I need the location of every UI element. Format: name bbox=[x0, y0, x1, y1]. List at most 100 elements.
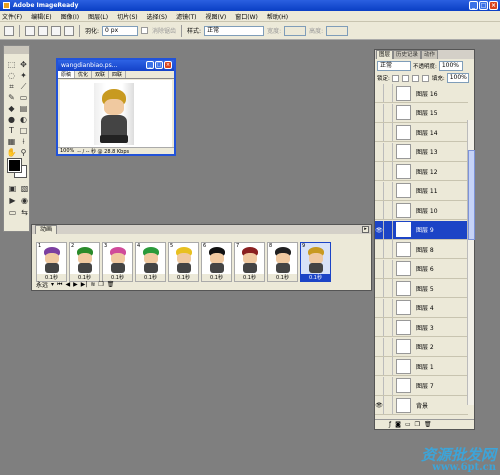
move-tool-icon[interactable]: ✥ bbox=[18, 60, 29, 70]
eraser-tool-icon[interactable]: ▭ bbox=[18, 93, 29, 103]
layer-link-cell[interactable] bbox=[384, 279, 393, 297]
paint-bucket-icon[interactable]: ◆ bbox=[6, 104, 17, 114]
layer-visibility-eye-icon[interactable] bbox=[375, 142, 384, 161]
tab-original[interactable]: 原稿 bbox=[58, 71, 76, 78]
prev-frame-icon[interactable]: ◀ bbox=[65, 281, 70, 288]
width-input[interactable] bbox=[284, 25, 307, 36]
animation-frame[interactable]: 7 0.1秒 bbox=[234, 242, 265, 282]
layer-visibility-eye-icon[interactable] bbox=[375, 84, 384, 102]
new-selection-icon[interactable] bbox=[25, 25, 35, 36]
layer-link-cell[interactable] bbox=[384, 376, 393, 395]
layer-visibility-eye-icon[interactable] bbox=[375, 279, 384, 297]
intersect-selection-icon[interactable] bbox=[64, 25, 74, 36]
zoom-tool-icon[interactable]: ⚲ bbox=[18, 148, 29, 158]
blur-tool-icon[interactable]: ● bbox=[6, 115, 17, 125]
animation-frame[interactable]: 9 0.1秒 bbox=[300, 242, 331, 282]
layer-link-cell[interactable] bbox=[384, 123, 393, 141]
layer-link-cell[interactable] bbox=[384, 240, 393, 258]
layer-link-cell[interactable] bbox=[384, 162, 393, 180]
tab-optimized[interactable]: 优化 bbox=[75, 71, 93, 78]
layer-visibility-eye-icon[interactable] bbox=[375, 103, 384, 122]
layer-row[interactable]: 图层 11 bbox=[375, 181, 468, 201]
preview-icon[interactable]: ▶ bbox=[7, 196, 18, 206]
layer-row[interactable]: 图层 6 bbox=[375, 259, 468, 279]
layer-row[interactable]: 图层 7 bbox=[375, 376, 468, 396]
frame-delay[interactable]: 0.1秒 bbox=[202, 274, 231, 281]
doc-minimize-button[interactable]: _ bbox=[146, 61, 154, 69]
layer-visibility-eye-icon[interactable] bbox=[375, 357, 384, 375]
menu-file[interactable]: 文件(F) bbox=[2, 12, 22, 21]
hand-tool-icon[interactable]: ✋ bbox=[6, 148, 17, 158]
layer-mask-icon[interactable]: ◙ bbox=[395, 421, 401, 428]
layer-row[interactable]: 图层 5 bbox=[375, 279, 468, 298]
loop-dropdown-icon[interactable]: ▾ bbox=[51, 281, 54, 288]
layer-row[interactable]: 图层 13 bbox=[375, 142, 468, 162]
menu-help[interactable]: 帮助(H) bbox=[267, 12, 288, 21]
new-layer-icon[interactable]: ❐ bbox=[415, 421, 420, 428]
feather-input[interactable]: 0 px bbox=[102, 25, 139, 36]
layer-row[interactable]: 图层 14 bbox=[375, 123, 468, 142]
menu-edit[interactable]: 编辑(E) bbox=[31, 12, 51, 21]
tab-layers[interactable]: 图层 bbox=[376, 50, 394, 59]
layer-link-cell[interactable] bbox=[384, 318, 393, 336]
gradient-tool-icon[interactable]: ▤ bbox=[18, 104, 29, 114]
first-frame-icon[interactable]: ⏮ bbox=[57, 281, 62, 289]
layer-link-cell[interactable] bbox=[384, 201, 393, 219]
marquee-tool-icon[interactable]: ⬚ bbox=[6, 60, 17, 70]
crop-tool-icon[interactable]: ⌗ bbox=[6, 82, 17, 92]
layer-visibility-eye-icon[interactable]: 👁 bbox=[375, 396, 384, 414]
lock-transparency-checkbox[interactable] bbox=[391, 74, 399, 82]
marquee-tool-icon[interactable] bbox=[4, 25, 14, 36]
layer-link-cell[interactable] bbox=[384, 181, 393, 200]
layer-visibility-eye-icon[interactable] bbox=[375, 162, 384, 180]
play-icon[interactable]: ▶ bbox=[73, 281, 78, 288]
antialias-checkbox[interactable] bbox=[141, 27, 149, 34]
frame-delay[interactable]: 0.1秒 bbox=[268, 274, 297, 281]
maximize-button[interactable]: □ bbox=[479, 1, 488, 10]
layer-visibility-eye-icon[interactable] bbox=[375, 123, 384, 141]
menu-select[interactable]: 选择(S) bbox=[147, 12, 168, 21]
layer-link-cell[interactable] bbox=[384, 142, 393, 161]
layer-visibility-eye-icon[interactable] bbox=[375, 201, 384, 219]
layer-row[interactable]: 图层 2 bbox=[375, 337, 468, 357]
frame-delay[interactable]: 0.1秒 bbox=[301, 274, 330, 281]
minimize-button[interactable]: _ bbox=[469, 1, 478, 10]
type-tool-icon[interactable]: T bbox=[6, 126, 17, 136]
menu-window[interactable]: 窗口(W) bbox=[235, 12, 258, 21]
foreground-color-swatch[interactable] bbox=[7, 158, 22, 173]
layer-link-cell[interactable] bbox=[384, 84, 393, 102]
tab-4up[interactable]: 四联 bbox=[109, 71, 127, 78]
layer-link-cell[interactable] bbox=[384, 337, 393, 356]
close-button[interactable]: × bbox=[489, 1, 498, 10]
tab-actions[interactable]: 动作 bbox=[421, 50, 439, 59]
layer-link-cell[interactable] bbox=[384, 298, 393, 317]
lock-position-checkbox[interactable] bbox=[411, 74, 419, 82]
new-frame-icon[interactable]: ❐ bbox=[98, 281, 103, 288]
blend-mode-select[interactable]: 正常 bbox=[377, 61, 411, 71]
magic-wand-icon[interactable]: ✦ bbox=[18, 71, 29, 81]
layer-visibility-eye-icon[interactable] bbox=[375, 318, 384, 336]
menu-image[interactable]: 图像(I) bbox=[61, 12, 79, 21]
layer-link-cell[interactable] bbox=[384, 220, 393, 239]
fill-input[interactable]: 100% bbox=[446, 73, 469, 83]
menu-slice[interactable]: 切片(S) bbox=[117, 12, 138, 21]
menu-view[interactable]: 视图(V) bbox=[205, 12, 226, 21]
jump-to-photoshop-icon[interactable]: ⇆ bbox=[19, 208, 30, 218]
tab-2up[interactable]: 双联 bbox=[92, 71, 110, 78]
dodge-tool-icon[interactable]: ◐ bbox=[18, 115, 29, 125]
screen-mode-icon[interactable]: ▭ bbox=[7, 208, 18, 218]
layer-visibility-eye-icon[interactable] bbox=[375, 259, 384, 278]
layer-link-cell[interactable] bbox=[384, 103, 393, 122]
layer-row[interactable]: 👁 图层 9 bbox=[375, 220, 468, 240]
add-selection-icon[interactable] bbox=[38, 25, 48, 36]
brush-tool-icon[interactable]: ✎ bbox=[6, 93, 17, 103]
layer-effects-icon[interactable]: ƒ bbox=[389, 421, 391, 428]
toggle-slices-icon[interactable]: ▣ bbox=[7, 184, 18, 194]
menu-filter[interactable]: 滤镜(T) bbox=[176, 12, 196, 21]
toggle-map-icon[interactable]: ▧ bbox=[19, 184, 30, 194]
lasso-tool-icon[interactable]: ◌ bbox=[6, 71, 17, 81]
doc-maximize-button[interactable]: □ bbox=[155, 61, 163, 69]
zoom-level[interactable]: 100% bbox=[60, 148, 74, 154]
layer-row[interactable]: 图层 10 bbox=[375, 201, 468, 220]
image-map-icon[interactable]: ▦ bbox=[6, 137, 17, 147]
